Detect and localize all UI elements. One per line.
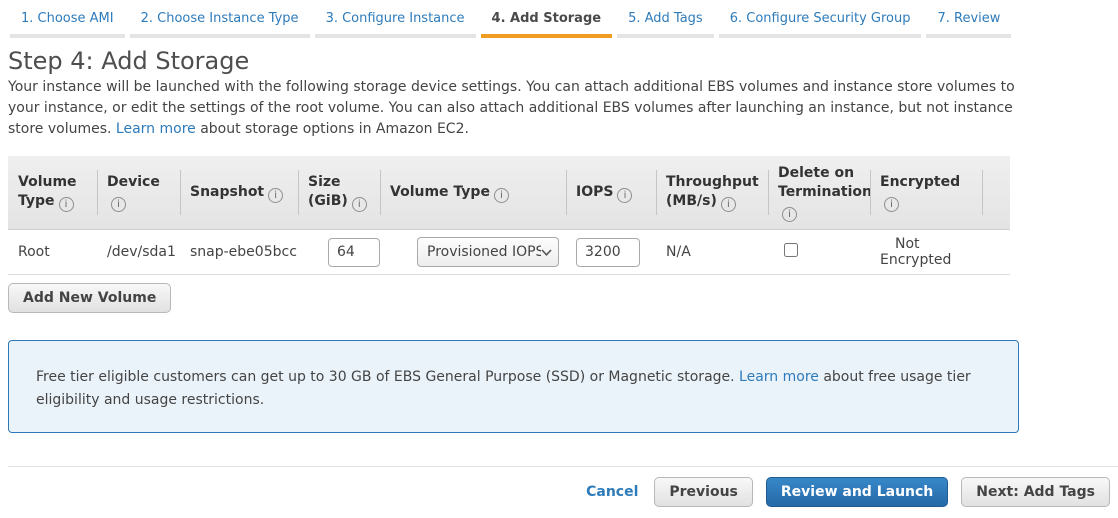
cell-iops xyxy=(566,238,656,267)
col-header-volume-type-select: Volume Typei xyxy=(380,156,566,229)
col-header-throughput: Throughput (MB/s)i xyxy=(656,156,768,229)
wizard-tabs: 1. Choose AMI 2. Choose Instance Type 3.… xyxy=(10,8,1011,38)
tab-choose-ami[interactable]: 1. Choose AMI xyxy=(10,8,125,38)
col-header-volume-type: Volume Typei xyxy=(8,156,97,229)
col-header-iops: IOPSi xyxy=(566,156,656,229)
iops-input[interactable] xyxy=(576,238,640,267)
col-header-device: Device i xyxy=(97,156,180,229)
storage-volumes-table: Volume Typei Device i Snapshoti Size (Gi… xyxy=(8,156,1010,275)
col-header-size: Size (GiB)i xyxy=(298,156,380,229)
info-icon[interactable]: i xyxy=(782,207,797,222)
cell-snapshot: snap-ebe05bcc xyxy=(180,244,298,260)
next-add-tags-button[interactable]: Next: Add Tags xyxy=(961,477,1110,507)
info-icon[interactable]: i xyxy=(352,197,367,212)
intro-text: Your instance will be launched with the … xyxy=(8,77,1018,140)
add-new-volume-button[interactable]: Add New Volume xyxy=(8,283,171,313)
footer-divider xyxy=(8,466,1118,467)
volume-type-select[interactable]: Provisioned IOPS xyxy=(417,237,559,267)
delete-on-termination-checkbox[interactable] xyxy=(784,243,798,257)
cell-delete-on-termination xyxy=(768,243,870,261)
cell-size xyxy=(298,238,380,267)
col-header-encrypted: Encrypted i xyxy=(870,156,982,229)
col-header-delete-on-termination: Delete on Termination i xyxy=(768,156,870,229)
intro-text-after: about storage options in Amazon EC2. xyxy=(196,121,469,137)
learn-more-link-storage[interactable]: Learn more xyxy=(116,121,196,137)
info-icon[interactable]: i xyxy=(59,197,74,212)
learn-more-link-free-tier[interactable]: Learn more xyxy=(739,369,819,385)
add-storage-page: 1. Choose AMI 2. Choose Instance Type 3.… xyxy=(0,0,1118,518)
col-header-spacer xyxy=(982,156,1010,229)
table-header-row: Volume Typei Device i Snapshoti Size (Gi… xyxy=(8,156,1010,230)
info-icon[interactable]: i xyxy=(268,188,283,203)
footer-actions: Cancel Previous Review and Launch Next: … xyxy=(586,477,1110,507)
cell-volume-type: Root xyxy=(8,244,97,260)
cell-volume-type-select: Provisioned IOPS xyxy=(380,237,566,267)
info-icon[interactable]: i xyxy=(721,197,736,212)
tab-add-tags[interactable]: 5. Add Tags xyxy=(617,8,714,38)
info-icon[interactable]: i xyxy=(884,197,899,212)
info-icon[interactable]: i xyxy=(494,188,509,203)
review-and-launch-button[interactable]: Review and Launch xyxy=(766,477,948,507)
free-tier-notice: Free tier eligible customers can get up … xyxy=(8,340,1019,433)
volume-type-selected-value: Provisioned IOPS xyxy=(427,244,541,260)
root-volume-row: Root /dev/sda1 snap-ebe05bcc Provisioned… xyxy=(8,230,1010,275)
info-icon[interactable]: i xyxy=(617,188,632,203)
cancel-link[interactable]: Cancel xyxy=(586,484,638,500)
tab-configure-instance[interactable]: 3. Configure Instance xyxy=(315,8,476,38)
chevron-down-icon xyxy=(541,244,552,260)
page-title: Step 4: Add Storage xyxy=(8,47,249,75)
tab-configure-security-group[interactable]: 6. Configure Security Group xyxy=(719,8,922,38)
col-header-snapshot: Snapshoti xyxy=(180,156,298,229)
cell-throughput: N/A xyxy=(656,244,768,260)
tab-review[interactable]: 7. Review xyxy=(926,8,1011,38)
size-input[interactable] xyxy=(328,238,380,267)
cell-encrypted: Not Encrypted xyxy=(870,236,982,268)
encrypted-status: Not Encrypted xyxy=(880,236,951,268)
notice-text-before: Free tier eligible customers can get up … xyxy=(36,369,739,385)
tab-choose-instance-type[interactable]: 2. Choose Instance Type xyxy=(130,8,310,38)
tab-add-storage[interactable]: 4. Add Storage xyxy=(481,8,613,38)
info-icon[interactable]: i xyxy=(111,197,126,212)
cell-device: /dev/sda1 xyxy=(97,244,180,260)
previous-button[interactable]: Previous xyxy=(654,477,753,507)
